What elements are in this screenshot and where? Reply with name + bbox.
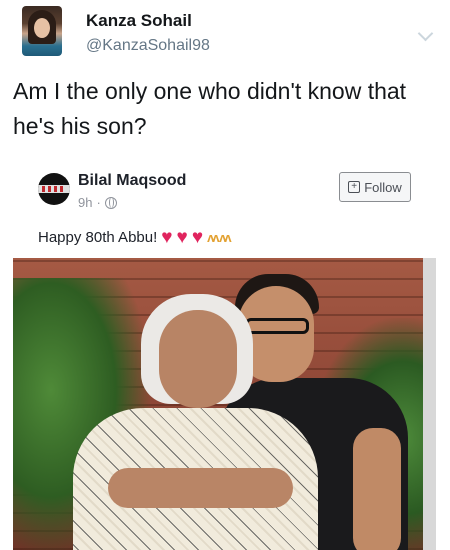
heart-icon: ♥ [176, 227, 188, 248]
photo-edge [423, 258, 436, 550]
embedded-post-meta: 9h · [78, 195, 117, 210]
follow-label: Follow [364, 179, 402, 195]
older-man-face [159, 310, 237, 408]
tweet-text: Am I the only one who didn't know that h… [13, 78, 407, 139]
author-handle[interactable]: @KanzaSohail98 [86, 37, 210, 55]
chevron-down-icon[interactable] [417, 25, 434, 42]
heart-icon: ♥ [161, 227, 173, 248]
praying-hands-icon: ʌʌ ʌʌ [207, 230, 232, 245]
tweet-header: Kanza Sohail @KanzaSohail98 [0, 0, 450, 70]
author-name[interactable]: Kanza Sohail [86, 11, 192, 31]
embedded-author-name[interactable]: Bilal Maqsood [78, 172, 186, 190]
younger-man-arm [353, 428, 401, 550]
post-time[interactable]: 9h [78, 195, 92, 210]
follow-button[interactable]: + Follow [339, 172, 411, 202]
embedded-post: Bilal Maqsood 9h · + Follow Happy 80th A… [0, 158, 450, 550]
avatar-face [34, 18, 50, 38]
embedded-author-avatar[interactable] [38, 173, 70, 205]
glasses [245, 318, 309, 334]
globe-icon [104, 196, 117, 209]
embedded-post-text: Happy 80th Abbu! ♥ ♥ ♥ ʌʌ ʌʌ [38, 227, 232, 248]
post-photo[interactable] [13, 258, 436, 550]
avatar-dots [42, 186, 66, 192]
older-man-crossed-arms [108, 468, 293, 508]
heart-icon: ♥ [191, 227, 204, 248]
add-follow-icon: + [348, 181, 361, 193]
meta-separator: · [96, 195, 101, 210]
post-text-content: Happy 80th Abbu! [38, 229, 158, 246]
author-avatar[interactable] [22, 6, 62, 56]
